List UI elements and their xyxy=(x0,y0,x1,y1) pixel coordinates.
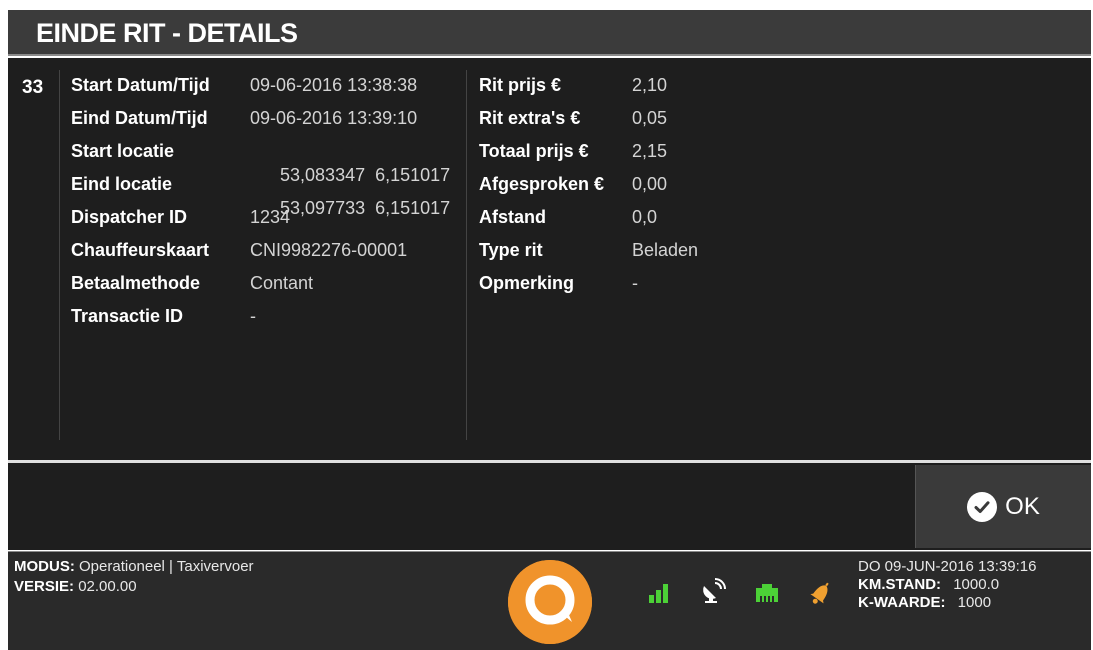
column-divider-2 xyxy=(466,70,467,440)
header-bar: EINDE RIT - DETAILS xyxy=(8,10,1091,56)
detail-value: - xyxy=(250,306,256,326)
detail-value: 53,097733 6,151017 xyxy=(280,198,451,218)
detail-label: Betaalmethode xyxy=(71,273,201,293)
detail-row-ride-extras: Rit extra's € xyxy=(479,106,580,130)
detail-value: Contant xyxy=(250,273,314,293)
network-port-icon xyxy=(754,582,780,609)
detail-label: Afstand xyxy=(479,207,546,227)
k-value-label: K-WAARDE: xyxy=(858,594,946,611)
detail-label: Chauffeurskaart xyxy=(71,240,210,260)
k-value-line: K-WAARDE: 1000 xyxy=(858,594,991,612)
k-value-value: 1000 xyxy=(957,594,992,611)
detail-row-agreed-price: Afgesproken € xyxy=(479,172,604,196)
status-bar: MODUS: Operationeel | Taxivervoer VERSIE… xyxy=(8,551,1091,650)
detail-label: Dispatcher ID xyxy=(71,207,188,227)
detail-value-ride-extras: 0,05 xyxy=(632,106,667,130)
detail-value-ride-price: 2,10 xyxy=(632,73,667,97)
detail-label: Eind Datum/Tijd xyxy=(71,108,208,128)
detail-row-ride-type: Type rit xyxy=(479,238,543,262)
detail-value-ride-type: Beladen xyxy=(632,238,698,262)
detail-row-distance: Afstand xyxy=(479,205,546,229)
ok-label: OK xyxy=(1005,492,1040,520)
detail-row-remark: Opmerking xyxy=(479,271,574,295)
detail-value-agreed-price: 0,00 xyxy=(632,172,667,196)
detail-value-payment-method: Contant xyxy=(250,271,313,295)
notification-bell-icon xyxy=(806,578,836,613)
detail-value: - xyxy=(632,273,638,293)
odometer-value: 1000.0 xyxy=(953,576,1000,593)
detail-value: 2,10 xyxy=(632,75,668,95)
detail-value-total-price: 2,15 xyxy=(632,139,667,163)
detail-row-total-price: Totaal prijs € xyxy=(479,139,589,163)
app-logo[interactable] xyxy=(508,560,592,644)
detail-value-dispatcher-id: 1234 xyxy=(250,205,290,229)
ride-number: 33 xyxy=(22,77,44,98)
detail-row-start-location: Start locatie xyxy=(71,139,174,163)
ride-details-panel: 33 Start Datum/Tijd 09-06-2016 13:38:38 … xyxy=(8,58,1091,460)
detail-row-end-datetime: Eind Datum/Tijd xyxy=(71,106,208,130)
version-label: VERSIE: xyxy=(14,578,75,595)
detail-row-driver-card: Chauffeurskaart xyxy=(71,238,209,262)
status-datetime: DO 09-JUN-2016 13:39:16 xyxy=(858,558,1037,575)
detail-value: 09-06-2016 13:39:10 xyxy=(250,108,418,128)
detail-value: 0,00 xyxy=(632,174,668,194)
detail-value-start-datetime: 09-06-2016 13:38:38 xyxy=(250,73,417,97)
mode-label: MODUS: xyxy=(14,558,75,575)
detail-label: Rit prijs € xyxy=(479,75,562,95)
column-divider-1 xyxy=(59,70,60,440)
mode-value: Operationeel | Taxivervoer xyxy=(79,558,254,575)
detail-label: Start Datum/Tijd xyxy=(71,75,210,95)
odometer-line: KM.STAND: 1000.0 xyxy=(858,576,999,594)
detail-value: 0,0 xyxy=(632,207,658,227)
detail-value: CNI9982276-00001 xyxy=(250,240,408,260)
odometer-label: KM.STAND: xyxy=(858,576,942,593)
page-title: EINDE RIT - DETAILS xyxy=(36,18,298,48)
screen: EINDE RIT - DETAILS 33 Start Datum/Tijd … xyxy=(0,0,1093,650)
detail-row-dispatcher-id: Dispatcher ID xyxy=(71,205,187,229)
detail-value: 2,15 xyxy=(632,141,668,161)
detail-value-remark: - xyxy=(632,271,638,295)
detail-value-driver-card: CNI9982276-00001 xyxy=(250,238,407,262)
detail-value: 0,05 xyxy=(632,108,668,128)
detail-value-end-datetime: 09-06-2016 13:39:10 xyxy=(250,106,417,130)
ok-button[interactable]: OK xyxy=(915,465,1091,548)
detail-value: Beladen xyxy=(632,240,699,260)
detail-label: Transactie ID xyxy=(71,306,184,326)
detail-label: Opmerking xyxy=(479,273,575,293)
detail-label: Rit extra's € xyxy=(479,108,581,128)
detail-label: Totaal prijs € xyxy=(479,141,589,161)
detail-label: Afgesproken € xyxy=(479,174,605,194)
signal-strength-icon xyxy=(648,582,670,609)
detail-row-transaction-id: Transactie ID xyxy=(71,304,183,328)
detail-row-payment-method: Betaalmethode xyxy=(71,271,200,295)
version-line: VERSIE: 02.00.00 xyxy=(14,578,137,596)
detail-row-start-datetime: Start Datum/Tijd xyxy=(71,73,210,97)
detail-row-end-location: Eind locatie xyxy=(71,172,172,196)
gps-satellite-icon xyxy=(700,578,726,609)
version-value: 02.00.00 xyxy=(78,578,137,595)
detail-value: 1234 xyxy=(250,207,291,227)
detail-value: 09-06-2016 13:38:38 xyxy=(250,75,418,95)
detail-value-end-location: 53,097733 6,151017 xyxy=(250,172,450,218)
detail-row-ride-price: Rit prijs € xyxy=(479,73,561,97)
detail-value-transaction-id: - xyxy=(250,304,256,328)
logo-mark-icon xyxy=(508,560,592,644)
detail-label: Eind locatie xyxy=(71,174,173,194)
mode-line: MODUS: Operationeel | Taxivervoer xyxy=(14,558,254,576)
detail-label: Type rit xyxy=(479,240,543,260)
action-bar: OK xyxy=(8,463,1091,550)
detail-value-distance: 0,0 xyxy=(632,205,657,229)
detail-label: Start locatie xyxy=(71,141,175,161)
detail-value-start-location: 53,083347 6,151017 xyxy=(250,139,450,185)
checkmark-icon xyxy=(967,491,998,522)
